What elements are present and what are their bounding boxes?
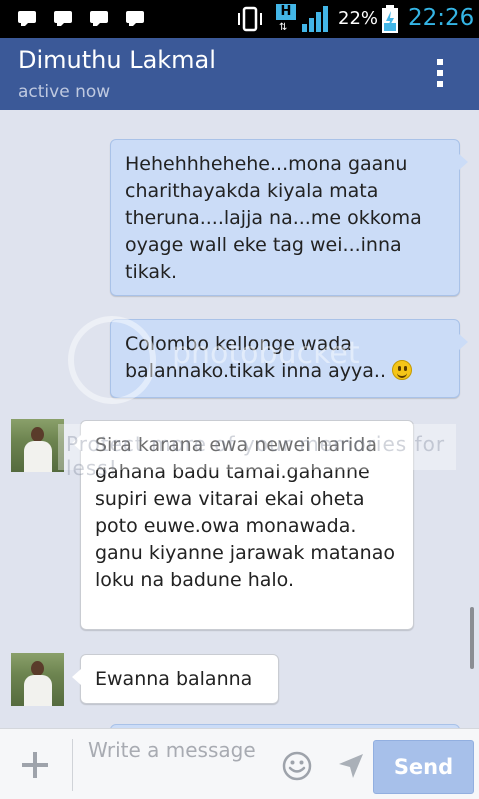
contact-status: active now	[18, 82, 111, 102]
incoming-message[interactable]: Ewanna balanna	[72, 654, 279, 704]
smiley-emoji-icon	[392, 360, 413, 380]
divider	[72, 739, 73, 791]
outgoing-message[interactable]: Colombo kellonge wada balannako.tikak in…	[110, 319, 468, 398]
outgoing-message[interactable]: Hehehhhehehe...mona gaanu charithayakda …	[110, 139, 468, 296]
incoming-message[interactable]: Sira karana ewa newei harida gahana badu…	[72, 420, 414, 630]
vibrate-mode-icon	[238, 6, 262, 32]
message-text: Colombo kellonge wada balannako.tikak in…	[125, 333, 386, 382]
emoji-picker-icon[interactable]	[281, 750, 313, 782]
message-text: Sira karana ewa newei harida gahana badu…	[95, 434, 395, 591]
conversation-header: Dimuthu Lakmal active now	[0, 38, 479, 110]
location-arrow-icon[interactable]	[336, 751, 366, 781]
contact-avatar[interactable]	[11, 419, 64, 472]
contact-name[interactable]: Dimuthu Lakmal	[18, 46, 216, 74]
overflow-menu-icon[interactable]	[437, 59, 445, 91]
hspa-network-icon: H ⇅	[276, 4, 298, 34]
message-list[interactable]: Hehehhhehehe...mona gaanu charithayakda …	[0, 110, 479, 728]
clock: 22:26	[408, 5, 475, 31]
signal-strength-icon	[302, 6, 328, 32]
message-text: Ewanna balanna	[95, 668, 253, 690]
battery-percent: 22%	[338, 8, 379, 29]
message-notification-icon	[90, 11, 110, 26]
network-type-label: H	[276, 4, 296, 20]
send-button[interactable]: Send	[373, 740, 474, 794]
message-notification-icon	[126, 11, 146, 26]
battery-charging-icon	[382, 5, 398, 33]
contact-avatar[interactable]	[11, 653, 64, 706]
add-attachment-icon[interactable]	[22, 752, 48, 778]
message-notification-icon	[18, 11, 38, 26]
message-composer: Send	[0, 728, 479, 799]
message-notification-icon	[54, 11, 74, 26]
message-text: Hehehhhehehe...mona gaanu charithayakda …	[125, 153, 422, 283]
status-bar: H ⇅ 22% 22:26	[0, 0, 479, 38]
message-input[interactable]	[88, 737, 268, 793]
scrollbar[interactable]	[470, 607, 474, 669]
